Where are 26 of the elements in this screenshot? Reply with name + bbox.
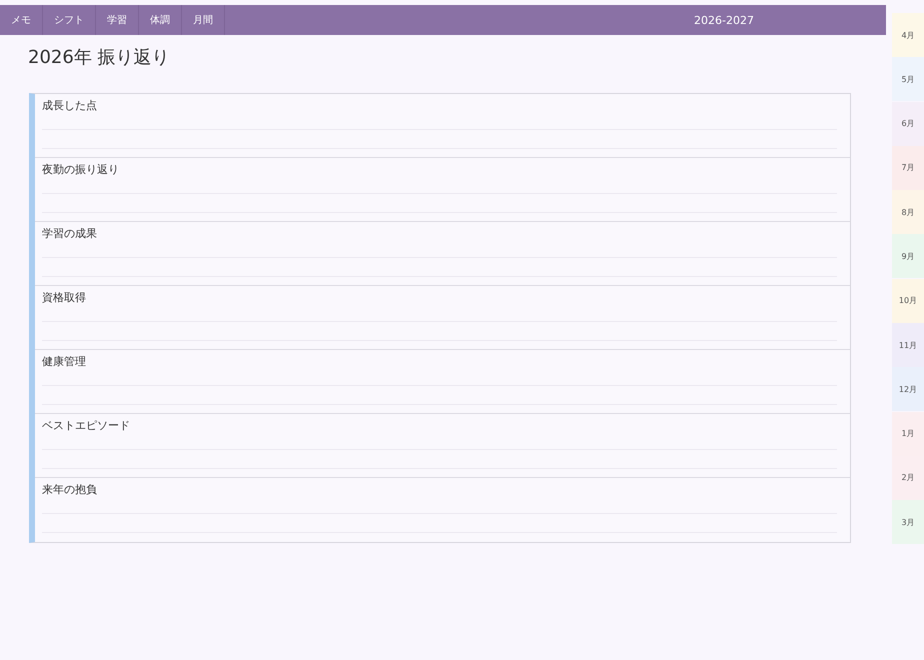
section-heading: 学習の成果 [42,227,97,241]
month-tab[interactable]: 5月 [892,57,924,102]
nav-tab[interactable]: シフト [43,5,96,35]
month-tab[interactable]: 10月 [892,278,924,323]
month-tab[interactable]: 4月 [892,13,924,57]
page-title: 2026年 振り返り [28,47,171,69]
month-tab[interactable]: 11月 [892,323,924,368]
year-range: 2026-2027 [694,14,754,26]
month-tab[interactable]: 9月 [892,234,924,278]
section-heading: 来年の抱負 [42,483,97,497]
month-tab[interactable]: 2月 [892,456,924,500]
month-tab[interactable]: 7月 [892,146,924,190]
month-tab[interactable]: 12月 [892,367,924,412]
section-heading: 成長した点 [42,99,97,113]
nav-tab[interactable]: 月間 [182,5,225,35]
month-tab[interactable]: 3月 [892,500,924,544]
nav-tab[interactable]: 学習 [96,5,139,35]
section-heading: 資格取得 [42,291,86,305]
section-heading: 健康管理 [42,355,86,369]
section-heading: ベストエピソード [42,419,130,433]
month-tab[interactable]: 8月 [892,190,924,234]
month-tab[interactable]: 6月 [892,102,924,146]
section-heading: 夜勤の振り返り [42,163,119,177]
nav-tab[interactable]: メモ [0,5,43,35]
month-tab[interactable]: 1月 [892,412,924,456]
nav-tab[interactable]: 体調 [139,5,182,35]
